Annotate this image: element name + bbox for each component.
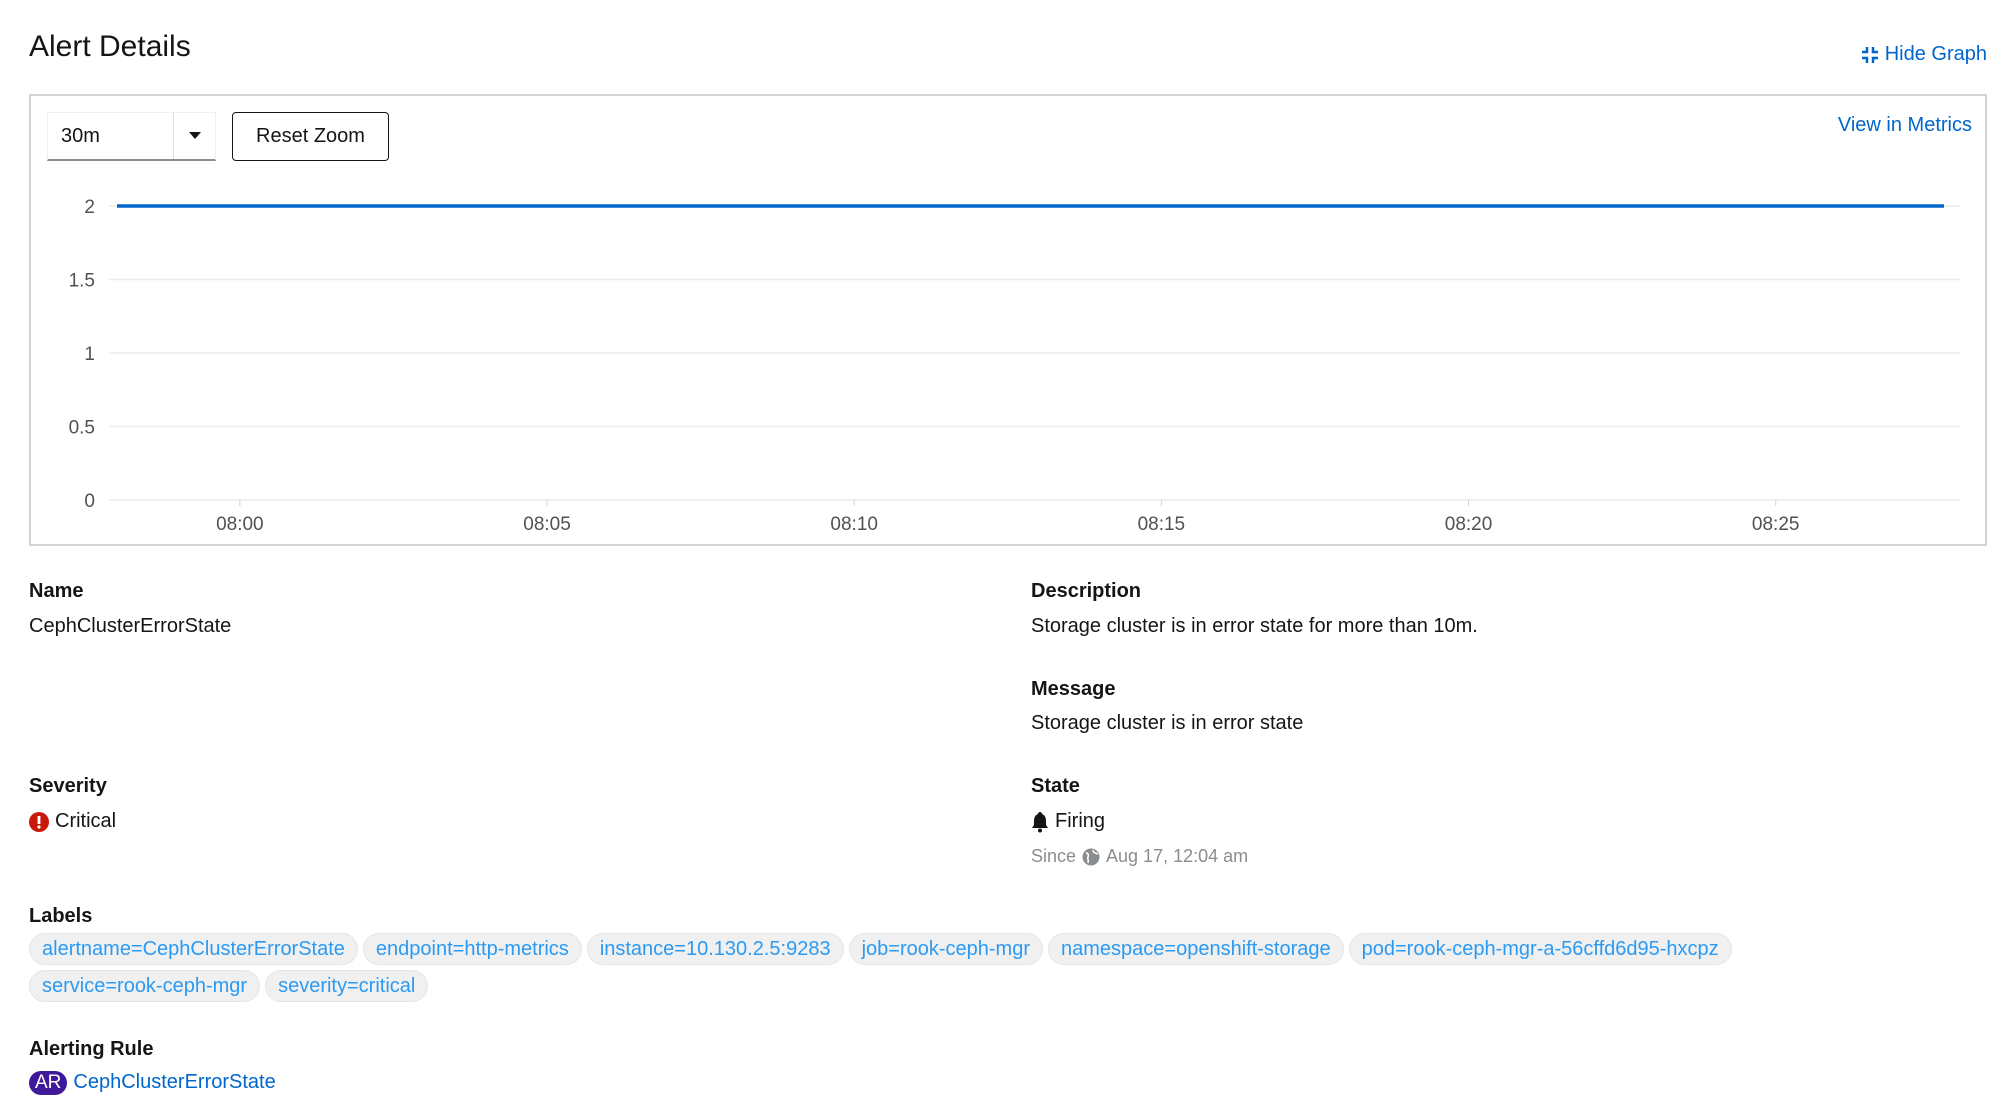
since-prefix: Since	[1031, 846, 1077, 866]
alerting-rule: AR CephClusterErrorState	[29, 1071, 276, 1095]
y-tick-label: 1.5	[69, 271, 95, 292]
x-tick-label: 08:05	[523, 514, 571, 535]
page-title: Alert Details	[29, 30, 191, 63]
name-value: CephClusterErrorState	[29, 615, 232, 637]
y-tick-label: 0.5	[69, 418, 95, 439]
label-chip[interactable]: alertname=CephClusterErrorState	[29, 933, 358, 965]
exclamation-circle-icon	[29, 811, 49, 832]
labels-list: alertname=CephClusterErrorState endpoint=…	[29, 933, 1929, 1002]
hide-graph-button[interactable]: Hide Graph	[1861, 43, 1987, 66]
x-tick-label: 08:00	[216, 514, 264, 535]
alerting-rule-badge: AR	[29, 1071, 68, 1095]
alert-chart[interactable]: 0 0.5 1 1.5 2 08:00 08:05 08:10 08:15 08:20 08:25	[31, 96, 1985, 544]
severity-label: Severity	[29, 775, 107, 797]
alerting-rule-label: Alerting Rule	[29, 1038, 154, 1060]
severity-value: Critical	[29, 810, 116, 833]
name-label: Name	[29, 580, 84, 602]
label-chip[interactable]: endpoint=http-metrics	[362, 933, 582, 965]
label-chip[interactable]: namespace=openshift-storage	[1048, 933, 1344, 965]
message-label: Message	[1031, 678, 1116, 700]
x-tick-label: 08:10	[830, 514, 878, 535]
severity-text: Critical	[55, 810, 117, 832]
alerting-rule-link[interactable]: CephClusterErrorState	[73, 1071, 275, 1093]
description-label: Description	[1031, 580, 1142, 602]
labels-label: Labels	[29, 905, 93, 927]
label-chip[interactable]: severity=critical	[265, 970, 429, 1002]
y-tick-label: 1	[84, 344, 95, 365]
x-tick-label: 08:20	[1445, 514, 1493, 535]
message-value: Storage cluster is in error state	[1031, 712, 1304, 734]
state-label: State	[1031, 775, 1080, 797]
state-text: Firing	[1055, 810, 1106, 832]
description-value: Storage cluster is in error state for mo…	[1031, 615, 1478, 637]
state-value: Firing	[1031, 810, 1105, 833]
bell-icon	[1032, 811, 1048, 832]
hide-graph-label: Hide Graph	[1884, 43, 1987, 65]
x-tick-label: 08:25	[1752, 514, 1800, 535]
label-chip[interactable]: pod=rook-ceph-mgr-a-56cffd6d95-hxcpz	[1348, 933, 1732, 965]
y-tick-label: 2	[84, 197, 95, 218]
label-chip[interactable]: instance=10.130.2.5:9283	[586, 933, 844, 965]
graph-panel: 30m Reset Zoom View in Metrics 0 0.5 1 1.5 2…	[29, 94, 1987, 546]
y-tick-label: 0	[84, 491, 95, 512]
since-timestamp: Since Aug 17, 12:04 am	[1031, 846, 1248, 867]
x-tick-label: 08:15	[1138, 514, 1186, 535]
compress-icon	[1861, 46, 1878, 63]
globe-icon	[1082, 848, 1100, 865]
label-chip[interactable]: job=rook-ceph-mgr	[848, 933, 1043, 965]
since-value: Aug 17, 12:04 am	[1106, 846, 1249, 866]
label-chip[interactable]: service=rook-ceph-mgr	[29, 970, 261, 1002]
